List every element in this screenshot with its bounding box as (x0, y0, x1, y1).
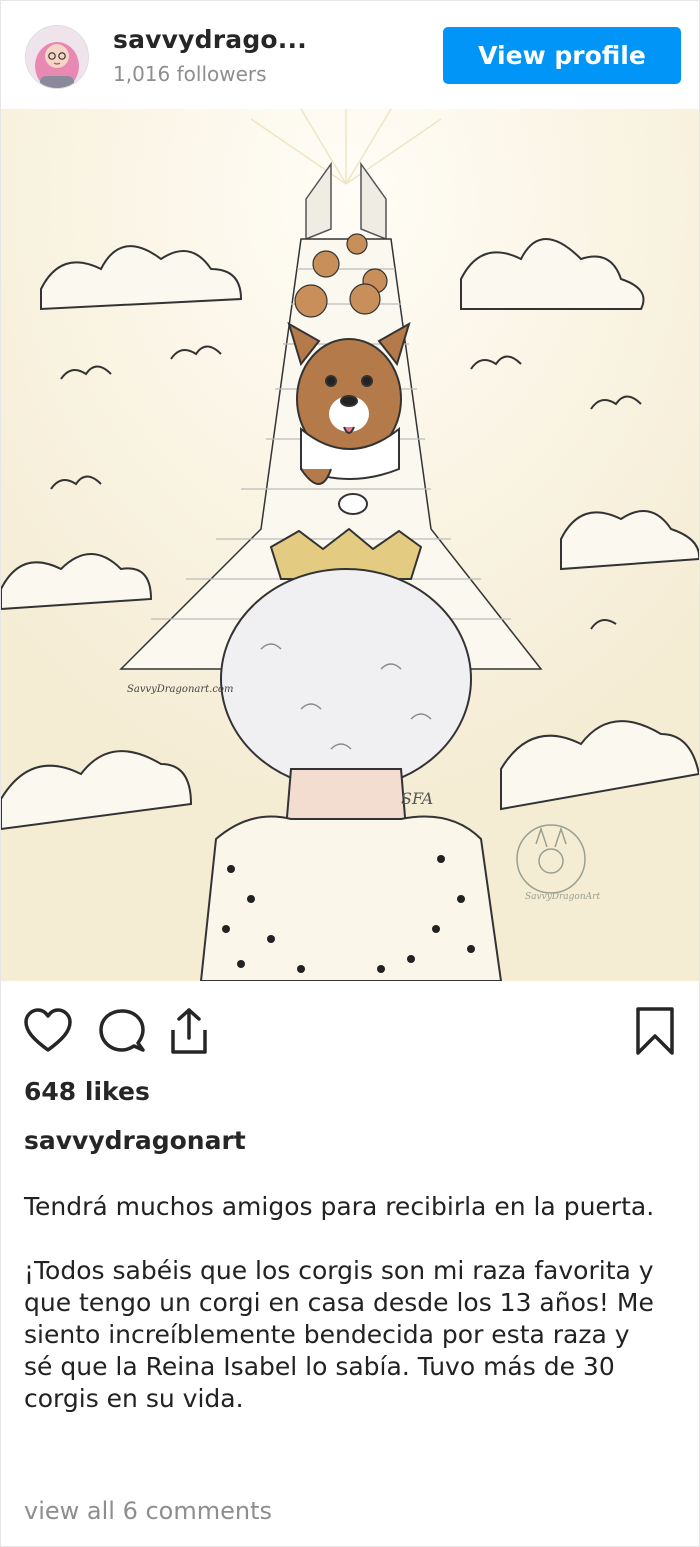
post-header: savvydrago... 1,016 followers View profi… (1, 1, 699, 109)
artwork-signature: SavvyDragonart.com (127, 684, 233, 695)
follower-count: 1,016 followers (113, 62, 267, 86)
view-profile-button[interactable]: View profile (443, 27, 681, 84)
post-image[interactable]: SavvyDragonart.com SFA SavvyDragonArt (1, 109, 699, 981)
bookmark-icon[interactable] (633, 1006, 683, 1060)
like-count[interactable]: 648 likes (24, 1077, 150, 1106)
caption-paragraph-2: ¡Todos sabéis que los corgis son mi raza… (24, 1256, 654, 1413)
post-caption: Tendrá muchos amigos para recibirla en l… (24, 1191, 664, 1415)
post-actions (1, 1006, 699, 1066)
comment-icon[interactable] (97, 1006, 147, 1060)
avatar[interactable] (25, 25, 89, 89)
instagram-embed-card: savvydrago... 1,016 followers View profi… (0, 0, 700, 1547)
artwork-illustration: SavvyDragonart.com SFA SavvyDragonArt (1, 109, 699, 981)
artwork-stamp-text: SavvyDragonArt (525, 892, 600, 902)
share-icon[interactable] (164, 1006, 214, 1060)
caption-author[interactable]: savvydragonart (24, 1126, 246, 1155)
caption-paragraph-1: Tendrá muchos amigos para recibirla en l… (24, 1192, 655, 1221)
artwork-initials: SFA (401, 789, 433, 808)
heart-icon[interactable] (23, 1006, 73, 1060)
view-comments-link[interactable]: view all 6 comments (24, 1497, 272, 1525)
username[interactable]: savvydrago... (113, 25, 307, 54)
